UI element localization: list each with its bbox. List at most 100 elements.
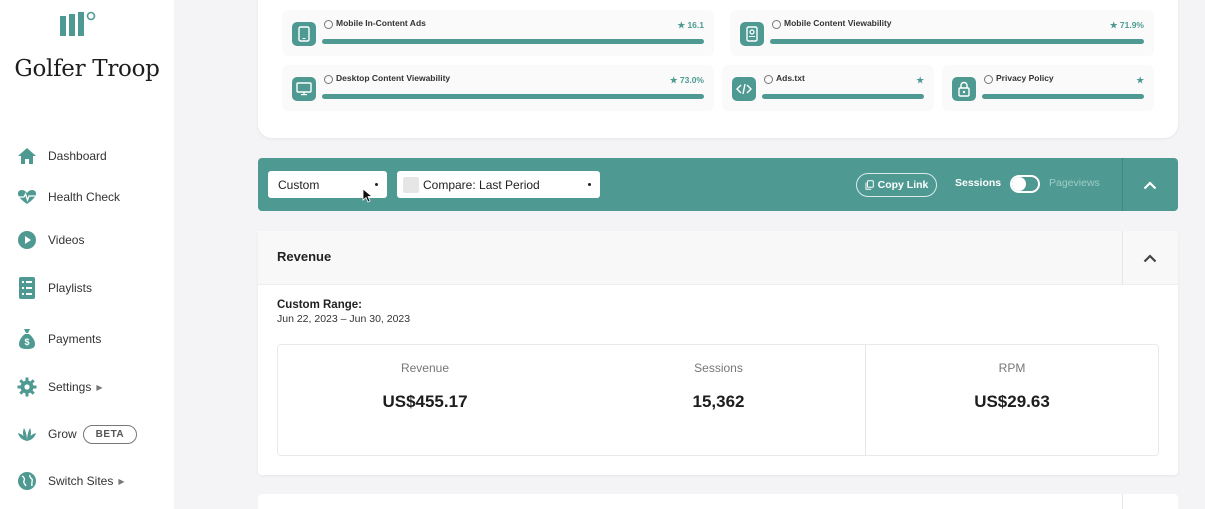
info-icon[interactable] (324, 75, 333, 84)
desktop-icon (292, 77, 316, 101)
play-circle-icon (16, 229, 38, 251)
leaf-icon (16, 423, 38, 445)
caret-right-icon: ▶ (96, 382, 103, 392)
report-toolbar: Custom Compare: Last Period Copy Link Se… (258, 158, 1178, 211)
revenue-stats: Revenue US$455.17 Sessions 15,362 RPM US… (277, 344, 1159, 456)
metric-mobile-in-content-ads[interactable]: Mobile In-Content Ads ★ 16.1 (282, 10, 714, 56)
metric-name: Mobile In-Content Ads (336, 18, 426, 28)
site-name: Golfer Troop (14, 56, 160, 82)
star-icon: ★ (1136, 75, 1144, 85)
sidebar-item-videos[interactable]: Videos (16, 229, 84, 251)
stat-rpm: RPM US$29.63 (866, 345, 1158, 455)
sidebar-item-switch-sites[interactable]: Switch Sites ▶ (16, 470, 125, 492)
metric-score: ★ 71.9% (1109, 20, 1144, 30)
sidebar-item-label: Playlists (48, 281, 93, 295)
pageviews-label: Pageviews (1049, 177, 1100, 189)
lock-icon (952, 77, 976, 101)
copy-icon (865, 180, 874, 190)
metric-name: Ads.txt (776, 73, 805, 83)
divider (1122, 494, 1123, 509)
home-icon (16, 145, 38, 167)
logo-icon (60, 11, 96, 36)
metric-bar (322, 39, 704, 44)
metric-score-value: 71.9% (1119, 20, 1144, 30)
stat-revenue: Revenue US$455.17 (278, 345, 572, 455)
compare-select[interactable]: Compare: Last Period (397, 171, 600, 198)
metric-score-value: 16.1 (687, 20, 704, 30)
sidebar-item-label: Payments (48, 332, 102, 346)
list-icon (16, 277, 38, 299)
money-bag-icon: $ (16, 328, 38, 350)
mobile-view-icon (740, 22, 764, 46)
metric-name: Privacy Policy (996, 73, 1054, 83)
chevron-up-icon[interactable] (1142, 177, 1158, 193)
range-dates: Jun 22, 2023 – Jun 30, 2023 (277, 313, 411, 325)
mobile-icon (292, 22, 316, 46)
metric-bar (322, 94, 704, 99)
sessions-label: Sessions (955, 177, 1002, 189)
sidebar-item-payments[interactable]: $ Payments (16, 328, 101, 350)
sidebar-item-playlists[interactable]: Playlists (16, 277, 92, 299)
health-check-card: Mobile In-Content Ads ★ 16.1 Mobile Cont… (258, 0, 1178, 138)
metric-bar (762, 94, 924, 99)
metric-bar (982, 94, 1144, 99)
svg-text:$: $ (24, 337, 29, 347)
sidebar-item-grow[interactable]: Grow BETA (16, 423, 138, 445)
next-panel (258, 494, 1178, 509)
revenue-title: Revenue (277, 249, 332, 264)
date-range-value: Custom (278, 177, 320, 192)
stat-label: Revenue (400, 361, 450, 375)
range-label: Custom Range: (277, 299, 362, 311)
sidebar-item-label: Videos (48, 233, 85, 247)
metric-mobile-content-viewability[interactable]: Mobile Content Viewability ★ 71.9% (730, 10, 1154, 56)
sidebar-item-label: Settings (48, 380, 92, 394)
sidebar-item-label: Switch Sites (48, 474, 114, 488)
sidebar-item-label: Grow (48, 427, 77, 441)
dropdown-icon (588, 183, 591, 186)
dropdown-icon (375, 183, 378, 186)
mouse-cursor-icon (362, 188, 374, 203)
caret-right-icon: ▶ (118, 476, 125, 486)
gear-icon (16, 376, 38, 398)
heartbeat-icon (16, 186, 38, 208)
metric-privacy-policy[interactable]: Privacy Policy ★ (942, 65, 1154, 111)
info-icon[interactable] (324, 20, 333, 29)
metric-score: ★ 16.1 (677, 20, 704, 30)
code-icon (732, 77, 756, 101)
stat-label: Sessions (694, 361, 743, 375)
copy-link-label: Copy Link (877, 179, 929, 191)
stat-value: US$29.63 (974, 392, 1050, 411)
copy-link-button[interactable]: Copy Link (856, 173, 937, 197)
metric-bar (770, 39, 1144, 44)
star-icon: ★ (916, 75, 924, 85)
sidebar-item-settings[interactable]: Settings ▶ (16, 376, 103, 398)
sidebar-item-label: Dashboard (48, 149, 107, 163)
metric-name: Mobile Content Viewability (784, 18, 892, 28)
chevron-up-icon[interactable] (1142, 250, 1158, 266)
toggle-knob (1012, 177, 1026, 191)
metric-score: ★ 73.0% (669, 75, 704, 85)
stat-value: US$455.17 (382, 392, 468, 411)
divider (1122, 158, 1123, 211)
globe-icon (16, 470, 38, 492)
sidebar-item-dashboard[interactable]: Dashboard (16, 145, 107, 167)
sessions-pageviews-toggle[interactable] (1010, 175, 1040, 193)
stat-sessions: Sessions 15,362 (572, 345, 865, 455)
revenue-header[interactable]: Revenue (258, 231, 1178, 285)
sidebar: Golfer Troop Dashboard Health Check Vide… (0, 0, 174, 509)
stat-label: RPM (998, 361, 1026, 375)
metric-score-value: 73.0% (679, 75, 704, 85)
compare-checkbox[interactable] (403, 176, 419, 193)
info-icon[interactable] (984, 75, 993, 84)
metric-ads-txt[interactable]: Ads.txt ★ (722, 65, 934, 111)
metric-name: Desktop Content Viewability (336, 73, 451, 83)
sidebar-item-label: Health Check (48, 190, 121, 204)
revenue-panel: Revenue Custom Range: Jun 22, 2023 – Jun… (258, 231, 1178, 475)
info-icon[interactable] (772, 20, 781, 29)
metric-desktop-content-viewability[interactable]: Desktop Content Viewability ★ 73.0% (282, 65, 714, 111)
beta-badge: BETA (82, 424, 138, 444)
compare-value: Compare: Last Period (423, 177, 540, 192)
divider (1122, 231, 1123, 285)
info-icon[interactable] (764, 75, 773, 84)
sidebar-item-health-check[interactable]: Health Check (16, 186, 120, 208)
